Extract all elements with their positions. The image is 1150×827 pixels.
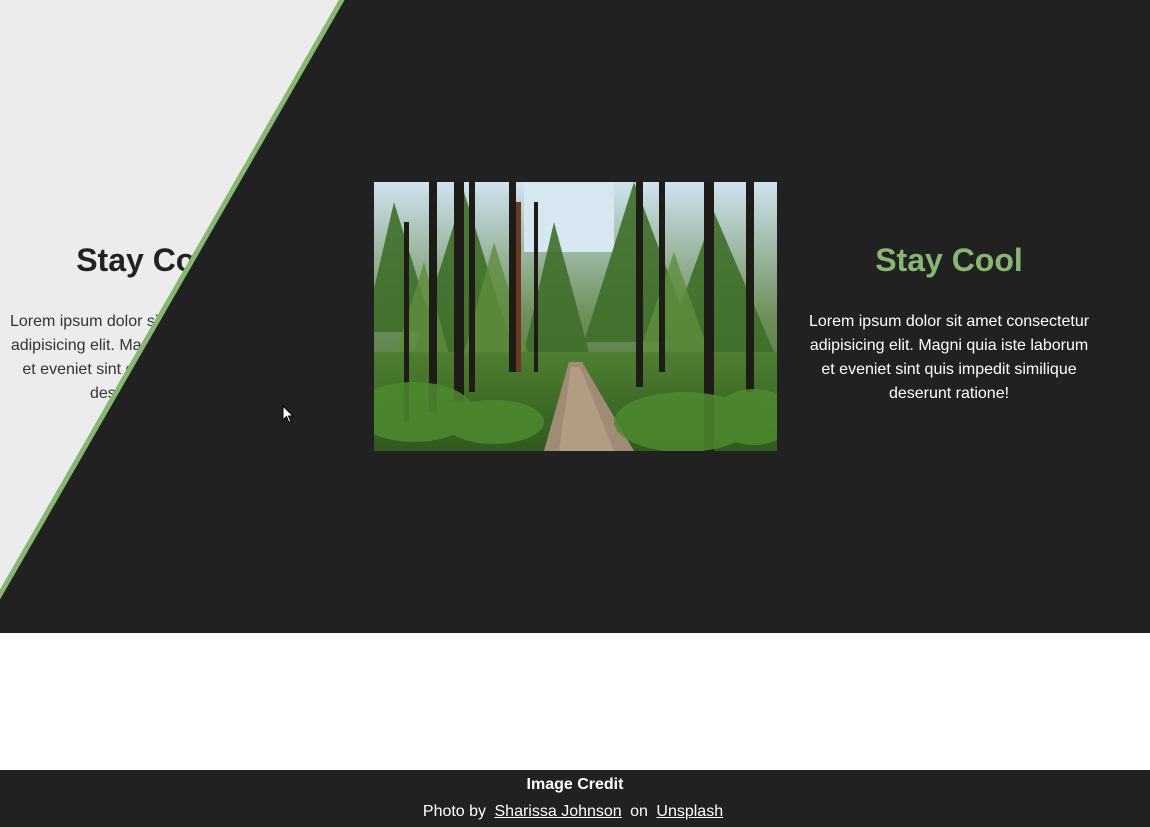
mouse-cursor-icon [282, 405, 295, 424]
forest-path-photo [374, 182, 777, 451]
right-body: Lorem ipsum dolor sit amet consectetur a… [808, 313, 1090, 402]
forest-photo-art [374, 182, 777, 451]
credit-prefix: Photo by [422, 803, 487, 820]
unsplash-link[interactable]: Unsplash [656, 803, 723, 820]
hero-section: Stay Cool Lorem ipsum dolor sit amet con… [0, 0, 1150, 633]
footer: Image Credit Photo by Sharissa Johnson o… [0, 770, 1150, 827]
right-text-column: Stay Cool Lorem ipsum dolor sit amet con… [799, 240, 1099, 406]
credit-on: on [630, 803, 648, 820]
right-title: Stay Cool [875, 242, 1023, 278]
image-credit-title: Image Credit [526, 776, 624, 793]
author-link[interactable]: Sharissa Johnson [495, 803, 622, 820]
credit-line: Photo by Sharissa Johnson on Unsplash [0, 802, 1150, 822]
